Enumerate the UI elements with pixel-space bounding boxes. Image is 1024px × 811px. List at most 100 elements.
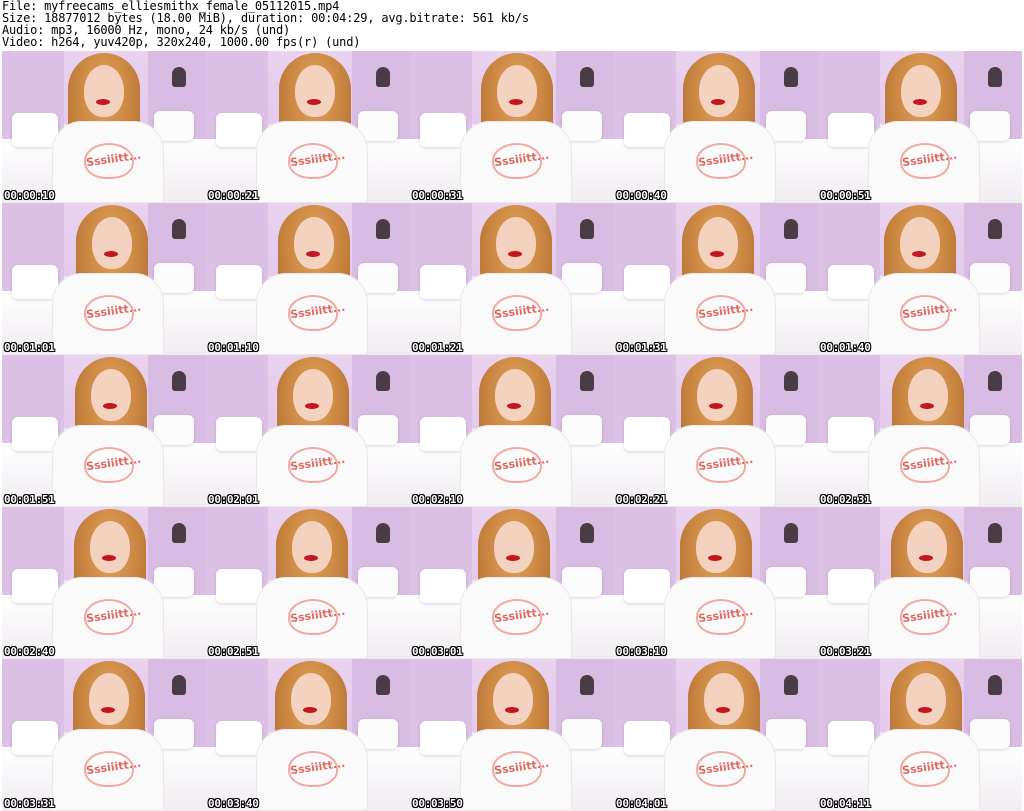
person-face — [494, 521, 534, 573]
lamp-decoration — [376, 523, 390, 543]
person-face — [496, 217, 536, 269]
person-lips — [507, 403, 521, 409]
lamp-decoration — [172, 675, 186, 695]
person-lips — [306, 251, 320, 257]
video-frame-thumbnail: Sssiiitt... 00:03:50 — [410, 659, 614, 811]
lamp-decoration — [580, 675, 594, 695]
video-frame-thumbnail: Sssiiitt... 00:02:21 — [614, 355, 818, 507]
person-face — [698, 217, 738, 269]
frame-timestamp: 00:03:21 — [820, 645, 871, 658]
video-frame-thumbnail: Sssiiitt... 00:02:51 — [206, 507, 410, 659]
lamp-decoration — [988, 675, 1002, 695]
lamp-decoration — [172, 67, 186, 87]
lamp-decoration — [784, 523, 798, 543]
lamp-decoration — [580, 67, 594, 87]
pillow-left — [216, 721, 262, 755]
person-lips — [711, 99, 725, 105]
pillow-left — [216, 417, 262, 451]
pillow-left — [420, 417, 466, 451]
person-lips — [918, 707, 932, 713]
person-lips — [920, 403, 934, 409]
person-lips — [505, 707, 519, 713]
person-lips — [710, 251, 724, 257]
person-lips — [96, 99, 110, 105]
person-face — [84, 65, 124, 117]
video-frame-thumbnail: Sssiiitt... 00:00:40 — [614, 51, 818, 203]
frame-timestamp: 00:03:10 — [616, 645, 667, 658]
person-face — [696, 521, 736, 573]
frame-timestamp: 00:03:50 — [412, 797, 463, 810]
video-frame-thumbnail: Sssiiitt... 00:03:31 — [2, 659, 206, 811]
lamp-decoration — [376, 67, 390, 87]
frame-timestamp: 00:02:21 — [616, 493, 667, 506]
video-frame-thumbnail: Sssiiitt... 00:00:51 — [818, 51, 1022, 203]
person-lips — [709, 403, 723, 409]
lamp-decoration — [580, 371, 594, 391]
frame-timestamp: 00:02:01 — [208, 493, 259, 506]
pillow-left — [624, 417, 670, 451]
video-frame-thumbnail: Sssiiitt... 00:01:40 — [818, 203, 1022, 355]
person-face — [497, 65, 537, 117]
pillow-left — [12, 721, 58, 755]
pillow-left — [828, 721, 874, 755]
pillow-left — [624, 569, 670, 603]
person-face — [89, 673, 129, 725]
video-frame-thumbnail: Sssiiitt... 00:00:31 — [410, 51, 614, 203]
video-frame-thumbnail: Sssiiitt... 00:00:10 — [2, 51, 206, 203]
lamp-decoration — [784, 219, 798, 239]
pillow-left — [216, 265, 262, 299]
frame-timestamp: 00:01:31 — [616, 341, 667, 354]
person-face — [292, 521, 332, 573]
video-frame-thumbnail: Sssiiitt... 00:04:01 — [614, 659, 818, 811]
lamp-decoration — [172, 219, 186, 239]
lamp-decoration — [376, 675, 390, 695]
frame-timestamp: 00:00:40 — [616, 189, 667, 202]
person-face — [907, 521, 947, 573]
person-lips — [509, 99, 523, 105]
pillow-left — [420, 569, 466, 603]
pillow-left — [12, 113, 58, 147]
person-face — [92, 217, 132, 269]
person-face — [901, 65, 941, 117]
pillow-left — [624, 265, 670, 299]
lamp-decoration — [784, 675, 798, 695]
pillow-left — [624, 113, 670, 147]
person-face — [90, 521, 130, 573]
person-face — [906, 673, 946, 725]
frame-timestamp: 00:03:01 — [412, 645, 463, 658]
person-face — [704, 673, 744, 725]
pillow-left — [420, 721, 466, 755]
video-frame-thumbnail: Sssiiitt... 00:01:21 — [410, 203, 614, 355]
lamp-decoration — [988, 67, 1002, 87]
person-lips — [708, 555, 722, 561]
person-lips — [103, 403, 117, 409]
video-frame-thumbnail: Sssiiitt... 00:03:01 — [410, 507, 614, 659]
video-frame-thumbnail: Sssiiitt... 00:02:01 — [206, 355, 410, 507]
person-lips — [303, 707, 317, 713]
video-frame-thumbnail: Sssiiitt... 00:03:10 — [614, 507, 818, 659]
pillow-left — [420, 265, 466, 299]
frame-timestamp: 00:02:31 — [820, 493, 871, 506]
lamp-decoration — [784, 67, 798, 87]
lamp-decoration — [988, 523, 1002, 543]
lamp-decoration — [784, 371, 798, 391]
person-face — [294, 217, 334, 269]
pillow-left — [12, 265, 58, 299]
lamp-decoration — [376, 219, 390, 239]
person-face — [91, 369, 131, 421]
person-lips — [304, 555, 318, 561]
person-lips — [102, 555, 116, 561]
person-lips — [919, 555, 933, 561]
frame-timestamp: 00:01:01 — [4, 341, 55, 354]
person-face — [295, 65, 335, 117]
video-frame-thumbnail: Sssiiitt... 00:02:10 — [410, 355, 614, 507]
thumbnail-grid: Sssiiitt... 00:00:10 Sssiiitt... 00:00:21 Ss… — [2, 51, 1022, 811]
frame-timestamp: 00:00:21 — [208, 189, 259, 202]
video-frame-thumbnail: Sssiiitt... 00:01:01 — [2, 203, 206, 355]
pillow-left — [828, 569, 874, 603]
person-lips — [506, 555, 520, 561]
video-frame-thumbnail: Sssiiitt... 00:04:11 — [818, 659, 1022, 811]
person-lips — [912, 251, 926, 257]
frame-timestamp: 00:02:51 — [208, 645, 259, 658]
frame-timestamp: 00:01:21 — [412, 341, 463, 354]
